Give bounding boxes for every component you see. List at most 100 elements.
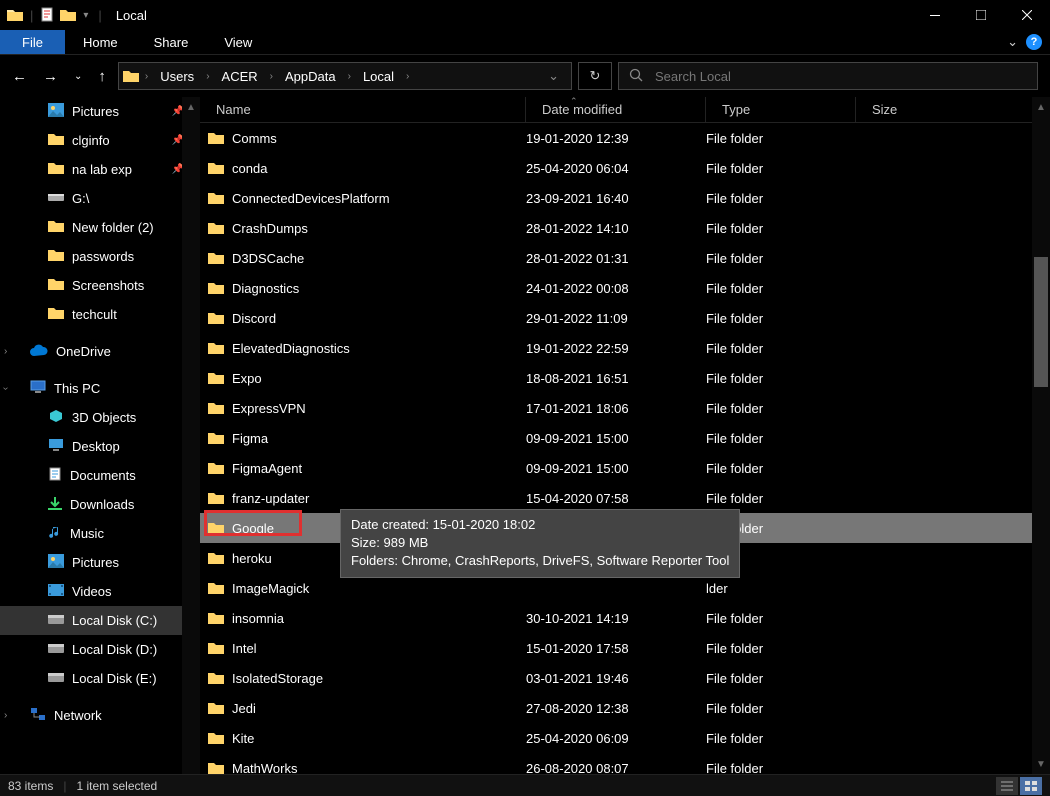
sidebar-pc-item[interactable]: Videos [0, 577, 200, 606]
sidebar-pc-item[interactable]: Downloads [0, 490, 200, 519]
sidebar-pc-item[interactable]: Local Disk (C:) [0, 606, 200, 635]
sidebar-network[interactable]: › Network [0, 701, 200, 730]
refresh-button[interactable]: ↻ [578, 62, 612, 90]
file-row[interactable]: Jedi27-08-2020 12:38File folder [200, 693, 1050, 723]
file-date: 27-08-2020 12:38 [526, 701, 706, 716]
tab-view[interactable]: View [206, 30, 270, 54]
sidebar-pc-item[interactable]: Local Disk (E:) [0, 664, 200, 693]
qat-dropdown-icon[interactable]: ▾ [79, 10, 92, 21]
column-type[interactable]: Type [706, 97, 856, 122]
file-row[interactable]: D3DSCache28-01-2022 01:31File folder [200, 243, 1050, 273]
ribbon-collapse-icon[interactable]: ⌄ [1007, 34, 1018, 50]
sidebar-quick-item[interactable]: clginfo📌 [0, 126, 200, 155]
sidebar-pc-item[interactable]: Pictures [0, 548, 200, 577]
crumb-users[interactable]: Users [152, 67, 202, 86]
recent-dropdown-icon[interactable]: ⌄ [74, 71, 82, 82]
file-name: Kite [232, 731, 526, 746]
status-items: 83 items [8, 779, 53, 793]
sidebar-label: Pictures [72, 555, 119, 570]
scroll-up-icon[interactable]: ▲ [1036, 99, 1046, 115]
scroll-up-icon[interactable]: ▲ [186, 99, 196, 115]
caret-icon[interactable]: › [4, 346, 7, 357]
scroll-down-icon[interactable]: ▼ [1036, 756, 1046, 772]
minimize-button[interactable] [912, 0, 958, 30]
sidebar-quick-item[interactable]: passwords [0, 242, 200, 271]
qat-newfolder-icon[interactable] [59, 6, 77, 24]
column-date[interactable]: Date modified [526, 97, 706, 122]
view-large-button[interactable] [1020, 777, 1042, 795]
file-row[interactable]: CrashDumps28-01-2022 14:10File folder [200, 213, 1050, 243]
file-date: 15-01-2020 17:58 [526, 641, 706, 656]
file-row[interactable]: Expo18-08-2021 16:51File folder [200, 363, 1050, 393]
file-name: Intel [232, 641, 526, 656]
crumb-appdata[interactable]: AppData [277, 67, 344, 86]
sidebar-quick-item[interactable]: New folder (2) [0, 213, 200, 242]
view-details-button[interactable] [996, 777, 1018, 795]
sidebar-quick-item[interactable]: Screenshots [0, 271, 200, 300]
qat-properties-icon[interactable] [39, 6, 57, 24]
tab-home[interactable]: Home [65, 30, 136, 54]
music-icon [48, 525, 62, 542]
file-row[interactable]: IsolatedStorage03-01-2021 19:46File fold… [200, 663, 1050, 693]
caret-down-icon[interactable]: › [0, 387, 11, 390]
crumb-local[interactable]: Local [355, 67, 402, 86]
file-name: ConnectedDevicesPlatform [232, 191, 526, 206]
file-row[interactable]: Discord29-01-2022 11:09File folder [200, 303, 1050, 333]
scrollbar-thumb[interactable] [1034, 257, 1048, 387]
close-button[interactable] [1004, 0, 1050, 30]
file-row[interactable]: ElevatedDiagnostics19-01-2022 22:59File … [200, 333, 1050, 363]
chevron-icon[interactable]: › [346, 71, 353, 82]
folder-icon [200, 611, 232, 625]
navbar: ← → ⌄ ↑ › Users › ACER › AppData › Local… [0, 55, 1050, 97]
folder-icon [200, 761, 232, 774]
folder-icon [200, 371, 232, 385]
address-dropdown-icon[interactable]: ⌄ [540, 68, 567, 84]
column-name[interactable]: Name [200, 97, 526, 122]
file-row[interactable]: Intel15-01-2020 17:58File folder [200, 633, 1050, 663]
sidebar-scrollbar[interactable]: ▲ [182, 97, 200, 774]
sidebar-label: Network [54, 708, 102, 723]
crumb-acer[interactable]: ACER [214, 67, 266, 86]
tab-share[interactable]: Share [136, 30, 207, 54]
column-headers[interactable]: Name ⌃ Date modified Type Size [200, 97, 1050, 123]
file-row[interactable]: ConnectedDevicesPlatform23-09-2021 16:40… [200, 183, 1050, 213]
file-row[interactable]: conda25-04-2020 06:04File folder [200, 153, 1050, 183]
sidebar-pc-item[interactable]: Music [0, 519, 200, 548]
file-list[interactable]: Name ⌃ Date modified Type Size Comms19-0… [200, 97, 1050, 774]
file-row[interactable]: insomnia30-10-2021 14:19File folder [200, 603, 1050, 633]
file-row[interactable]: Figma09-09-2021 15:00File folder [200, 423, 1050, 453]
forward-button[interactable]: → [43, 68, 58, 85]
address-bar[interactable]: › Users › ACER › AppData › Local › ⌄ [118, 62, 572, 90]
file-tab[interactable]: File [0, 30, 65, 54]
sidebar-pc-item[interactable]: Documents [0, 461, 200, 490]
file-row[interactable]: MathWorks26-08-2020 08:07File folder [200, 753, 1050, 774]
file-row[interactable]: ExpressVPN17-01-2021 18:06File folder [200, 393, 1050, 423]
sidebar-quick-item[interactable]: techcult [0, 300, 200, 329]
navigation-pane[interactable]: Pictures📌clginfo📌na lab exp📌G:\New folde… [0, 97, 200, 774]
sidebar-pc-item[interactable]: Desktop [0, 432, 200, 461]
sidebar-onedrive[interactable]: › OneDrive [0, 337, 200, 366]
file-row[interactable]: Kite25-04-2020 06:09File folder [200, 723, 1050, 753]
file-type: File folder [706, 311, 856, 326]
sidebar-pc-item[interactable]: Local Disk (D:) [0, 635, 200, 664]
maximize-button[interactable] [958, 0, 1004, 30]
column-size[interactable]: Size [856, 97, 1050, 122]
sidebar-quick-item[interactable]: Pictures📌 [0, 97, 200, 126]
search-input[interactable]: Search Local [618, 62, 1038, 90]
sidebar-quick-item[interactable]: G:\ [0, 184, 200, 213]
chevron-icon[interactable]: › [204, 71, 211, 82]
file-row[interactable]: FigmaAgent09-09-2021 15:00File folder [200, 453, 1050, 483]
chevron-icon[interactable]: › [268, 71, 275, 82]
help-icon[interactable]: ? [1026, 34, 1042, 50]
sidebar-thispc[interactable]: › This PC [0, 374, 200, 403]
back-button[interactable]: ← [12, 68, 27, 85]
chevron-icon[interactable]: › [404, 71, 411, 82]
file-row[interactable]: Comms19-01-2020 12:39File folder [200, 123, 1050, 153]
chevron-icon[interactable]: › [143, 71, 150, 82]
file-scrollbar[interactable]: ▲ ▼ [1032, 97, 1050, 774]
file-row[interactable]: Diagnostics24-01-2022 00:08File folder [200, 273, 1050, 303]
sidebar-pc-item[interactable]: 3D Objects [0, 403, 200, 432]
caret-icon[interactable]: › [4, 710, 7, 721]
up-button[interactable]: ↑ [98, 68, 106, 85]
sidebar-quick-item[interactable]: na lab exp📌 [0, 155, 200, 184]
